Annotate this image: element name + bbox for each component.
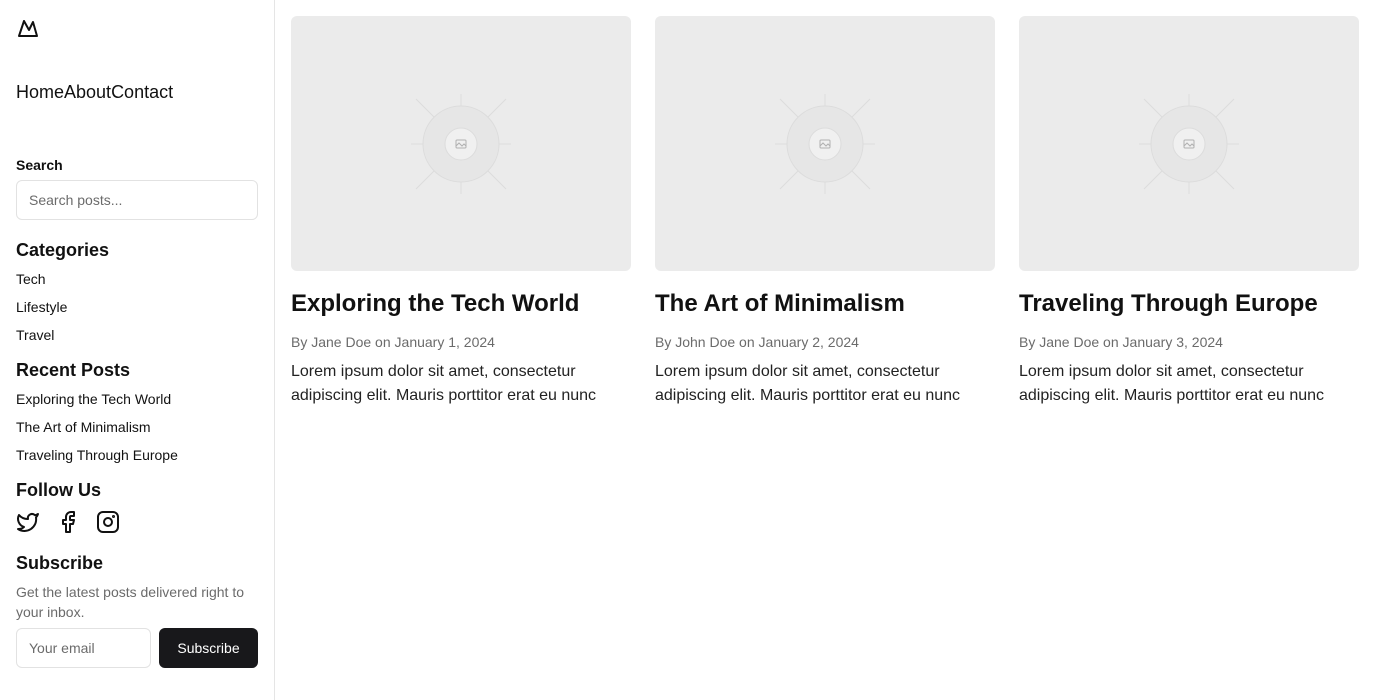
post-card[interactable]: The Art of Minimalism By John Doe on Jan… bbox=[655, 16, 995, 408]
search-input[interactable] bbox=[16, 180, 258, 220]
post-title[interactable]: Exploring the Tech World bbox=[291, 289, 631, 319]
follow-us-title: Follow Us bbox=[16, 480, 101, 500]
post-title[interactable]: Traveling Through Europe bbox=[1019, 289, 1359, 319]
subscribe-description: Get the latest posts delivered right to … bbox=[16, 584, 245, 620]
post-meta: By John Doe on January 2, 2024 bbox=[655, 332, 995, 352]
post-author: Jane Doe bbox=[311, 334, 372, 350]
email-field[interactable] bbox=[16, 628, 151, 668]
post-excerpt: Lorem ipsum dolor sit amet, consectetur … bbox=[655, 363, 961, 404]
post-excerpt: Lorem ipsum dolor sit amet, consectetur … bbox=[291, 363, 597, 404]
post-author: John Doe bbox=[675, 334, 736, 350]
nav-link-contact[interactable]: Contact bbox=[111, 82, 173, 102]
post-date: January 2, 2024 bbox=[758, 334, 859, 350]
subscribe-button[interactable]: Subscribe bbox=[159, 628, 258, 668]
meta-by: By bbox=[1019, 334, 1040, 350]
meta-on: on bbox=[371, 334, 395, 350]
post-thumbnail[interactable] bbox=[655, 16, 995, 271]
recent-post-link[interactable]: Traveling Through Europe bbox=[16, 445, 258, 473]
twitter-icon[interactable] bbox=[16, 510, 40, 534]
main-content: Exploring the Tech World By Jane Doe on … bbox=[275, 0, 1376, 700]
recent-post-link[interactable]: Exploring the Tech World bbox=[16, 389, 258, 417]
posts-grid: Exploring the Tech World By Jane Doe on … bbox=[291, 16, 1360, 408]
category-link-travel[interactable]: Travel bbox=[16, 325, 258, 353]
nav-link-home[interactable]: Home bbox=[16, 82, 64, 102]
page-layout: Home About Contact Search Categories Tec… bbox=[0, 0, 1376, 700]
nav-link-about[interactable]: About bbox=[64, 82, 111, 102]
post-excerpt: Lorem ipsum dolor sit amet, consectetur … bbox=[1019, 363, 1325, 404]
facebook-icon[interactable] bbox=[56, 510, 80, 534]
post-date: January 1, 2024 bbox=[394, 334, 495, 350]
meta-by: By bbox=[291, 334, 312, 350]
image-placeholder-icon bbox=[1139, 93, 1239, 194]
sidebar: Home About Contact Search Categories Tec… bbox=[0, 0, 275, 700]
post-date: January 3, 2024 bbox=[1122, 334, 1223, 350]
meta-on: on bbox=[1099, 334, 1123, 350]
post-card[interactable]: Exploring the Tech World By Jane Doe on … bbox=[291, 16, 631, 408]
subscribe-title: Subscribe bbox=[16, 553, 104, 573]
recent-posts-title: Recent Posts bbox=[16, 360, 131, 380]
post-thumbnail[interactable] bbox=[291, 16, 631, 271]
post-title[interactable]: The Art of Minimalism bbox=[655, 289, 995, 319]
social-links bbox=[16, 510, 258, 534]
post-thumbnail[interactable] bbox=[1019, 16, 1359, 271]
main-nav: Home About Contact bbox=[16, 82, 258, 102]
image-placeholder-icon bbox=[411, 93, 511, 194]
subscribe-form: Subscribe bbox=[16, 628, 258, 668]
meta-by: By bbox=[655, 334, 676, 350]
categories-list: Tech Lifestyle Travel bbox=[16, 269, 258, 353]
categories-title: Categories bbox=[16, 240, 110, 260]
instagram-icon[interactable] bbox=[96, 510, 120, 534]
post-card[interactable]: Traveling Through Europe By Jane Doe on … bbox=[1019, 16, 1359, 408]
meta-on: on bbox=[735, 334, 759, 350]
logo-icon[interactable] bbox=[16, 16, 40, 40]
category-link-lifestyle[interactable]: Lifestyle bbox=[16, 297, 258, 325]
post-meta: By Jane Doe on January 1, 2024 bbox=[291, 332, 631, 352]
recent-posts-list: Exploring the Tech World The Art of Mini… bbox=[16, 389, 258, 473]
post-author: Jane Doe bbox=[1039, 334, 1100, 350]
image-placeholder-icon bbox=[775, 93, 875, 194]
recent-post-link[interactable]: The Art of Minimalism bbox=[16, 417, 258, 445]
post-meta: By Jane Doe on January 3, 2024 bbox=[1019, 332, 1359, 352]
category-link-tech[interactable]: Tech bbox=[16, 269, 258, 297]
search-label: Search bbox=[16, 157, 63, 173]
